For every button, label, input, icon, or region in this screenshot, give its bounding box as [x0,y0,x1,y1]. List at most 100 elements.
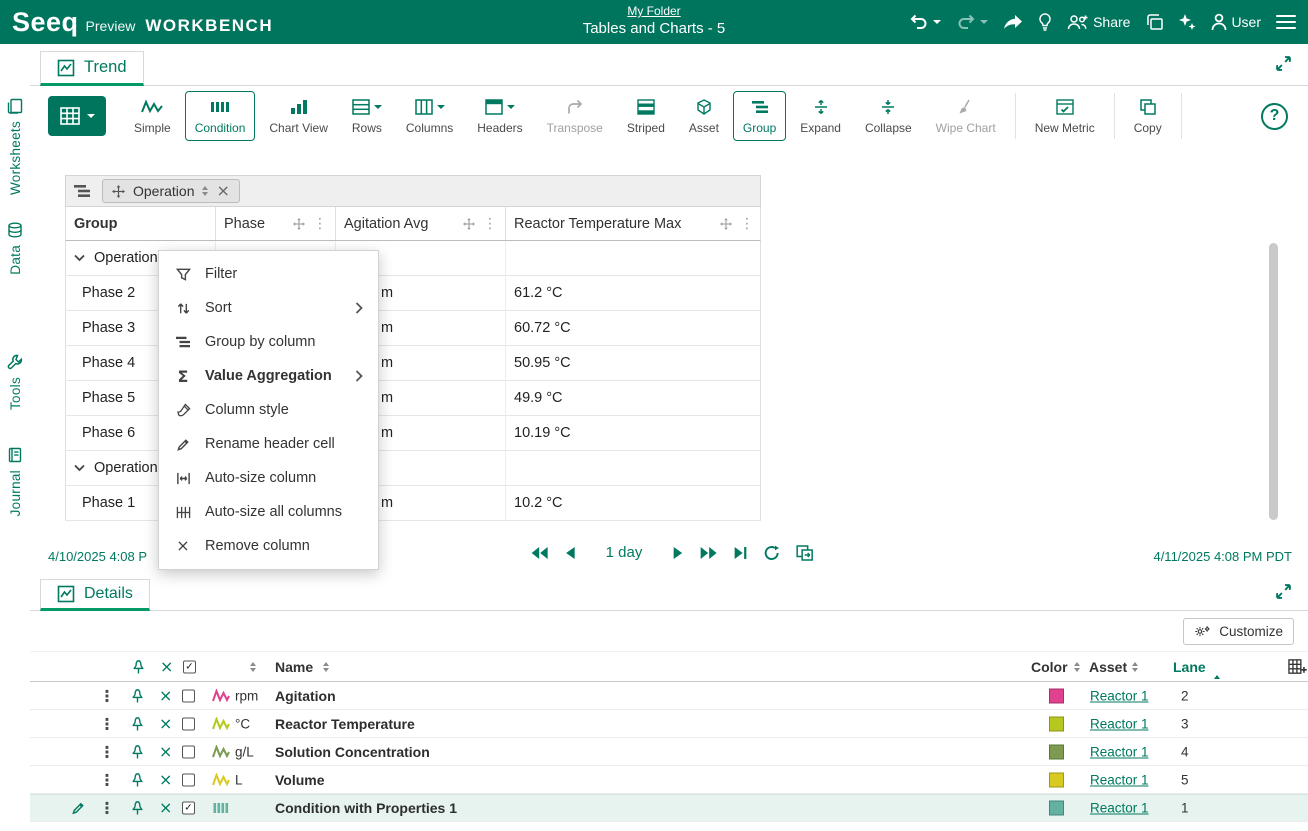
toolbar-expand-button[interactable]: Expand [790,91,851,141]
forward-button[interactable] [1003,14,1023,30]
column-header-group[interactable]: Group [66,207,216,240]
item-name[interactable]: Solution Concentration [275,744,430,760]
share-button[interactable]: Share [1067,14,1130,30]
help-button[interactable]: ? [1261,103,1288,130]
toolbar-striped-button[interactable]: Striped [617,91,675,141]
sidebar-item-tools[interactable]: Tools [0,354,30,410]
color-swatch[interactable] [1049,772,1064,787]
move-handle-icon[interactable] [293,218,305,230]
row-menu-icon[interactable]: ⋮ [99,742,115,761]
toolbar-headers-button[interactable]: Headers [467,91,532,141]
asset-link[interactable]: Reactor 1 [1090,688,1149,703]
table-view-dropdown-button[interactable] [48,96,106,136]
menu-item-sort[interactable]: Sort [159,291,378,325]
menu-item-remove-column[interactable]: × Remove column [159,529,378,563]
menu-item-filter[interactable]: Filter [159,257,378,291]
column-menu-icon[interactable]: ⋮ [313,216,327,232]
color-swatch[interactable] [1049,688,1064,703]
pin-icon[interactable] [131,688,144,703]
undo-button[interactable] [909,14,941,30]
pin-column-header[interactable] [132,659,145,674]
tab-trend[interactable]: Trend [40,51,144,86]
menu-item-value-aggregation[interactable]: Σ Value Aggregation [159,359,378,393]
pin-icon[interactable] [131,801,144,816]
row-menu-icon[interactable]: ⋮ [99,714,115,733]
column-header-phase[interactable]: Phase ⋮ [216,207,336,240]
column-header-asset[interactable]: Asset [1089,659,1127,675]
toolbar-group-button[interactable]: Group [733,91,786,141]
step-forward-button[interactable] [672,546,683,560]
remove-item-icon[interactable]: × [159,688,172,704]
trend-expand-button[interactable] [1275,55,1292,72]
step-forward-double-button[interactable] [699,546,717,560]
duplicate-worksheet-button[interactable] [1145,14,1163,30]
asset-link[interactable]: Reactor 1 [1090,772,1149,787]
redo-button[interactable] [956,14,988,30]
move-handle-icon[interactable] [463,218,475,230]
sort-icon[interactable] [1074,662,1080,672]
range-duration-label[interactable]: 1 day [606,544,643,561]
row-checkbox[interactable] [182,745,195,758]
breadcrumb-folder-link[interactable]: My Folder [627,4,680,18]
sort-icon[interactable] [323,662,329,672]
row-checkbox[interactable] [182,717,195,730]
toolbar-rows-button[interactable]: Rows [342,91,392,141]
remove-group-icon[interactable]: × [216,183,229,199]
asset-link[interactable]: Reactor 1 [1090,801,1149,816]
step-back-button[interactable] [565,546,576,560]
toolbar-collapse-button[interactable]: Collapse [855,91,922,141]
pin-icon[interactable] [131,716,144,731]
toolbar-asset-button[interactable]: Asset [679,91,729,141]
pin-icon[interactable] [131,772,144,787]
customize-button[interactable]: Customize [1183,618,1294,645]
select-all-checkbox[interactable]: ✓ [183,660,196,673]
column-header-reactor-temp-max[interactable]: Reactor Temperature Max ⋮ [506,207,762,240]
copy-range-icon[interactable] [795,545,813,561]
toolbar-copy-button[interactable]: Copy [1124,91,1172,141]
sidebar-item-worksheets[interactable]: Worksheets [0,98,30,195]
sort-toggle-icon[interactable] [202,186,208,196]
edit-pencil-icon[interactable] [71,801,86,816]
color-swatch[interactable] [1049,801,1064,816]
sidebar-item-data[interactable]: Data [0,222,30,275]
menu-item-auto-size-all-columns[interactable]: Auto-size all columns [159,495,378,529]
toolbar-transpose-button[interactable]: Transpose [537,91,613,141]
row-checkbox[interactable] [182,689,195,702]
row-menu-icon[interactable]: ⋮ [99,770,115,789]
menu-item-column-style[interactable]: Column style [159,393,378,427]
pin-icon[interactable] [131,744,144,759]
toolbar-wipe-chart-button[interactable]: Wipe Chart [926,91,1006,141]
menu-item-rename-header-cell[interactable]: Rename header cell [159,427,378,461]
remove-item-icon[interactable]: × [159,744,172,760]
menu-item-group-by-column[interactable]: Group by column [159,325,378,359]
row-menu-icon[interactable]: ⋮ [99,686,115,705]
toolbar-chart-view-button[interactable]: Chart View [259,91,337,141]
ai-assistant-button[interactable] [1178,13,1196,31]
user-menu-button[interactable]: User [1211,13,1261,31]
color-swatch[interactable] [1049,744,1064,759]
step-back-double-button[interactable] [531,546,549,560]
toolbar-simple-button[interactable]: Simple [124,91,181,141]
row-menu-icon[interactable]: ⋮ [99,799,115,818]
move-handle-icon[interactable] [720,218,732,230]
item-name[interactable]: Condition with Properties 1 [275,800,457,816]
chevron-down-icon[interactable] [74,254,85,262]
remove-item-icon[interactable]: × [159,716,172,732]
tab-details[interactable]: Details [40,579,150,611]
go-to-now-button[interactable] [733,546,747,560]
sidebar-item-journal[interactable]: Journal [0,447,30,516]
column-header-name[interactable]: Name [275,659,313,675]
asset-link[interactable]: Reactor 1 [1090,716,1149,731]
column-header-color[interactable]: Color [1031,659,1068,675]
hamburger-menu-button[interactable] [1276,15,1296,30]
item-name[interactable]: Volume [275,772,325,788]
column-header-lane[interactable]: Lane [1173,659,1206,675]
color-swatch[interactable] [1049,716,1064,731]
tips-button[interactable] [1038,13,1052,31]
column-header-agitation-avg[interactable]: Agitation Avg ⋮ [336,207,506,240]
seeq-logo[interactable]: Seeq [12,7,79,38]
row-checkbox-checked[interactable]: ✓ [182,802,195,815]
menu-item-auto-size-column[interactable]: Auto-size column [159,461,378,495]
toolbar-new-metric-button[interactable]: New Metric [1025,91,1105,141]
column-menu-icon[interactable]: ⋮ [740,216,754,232]
